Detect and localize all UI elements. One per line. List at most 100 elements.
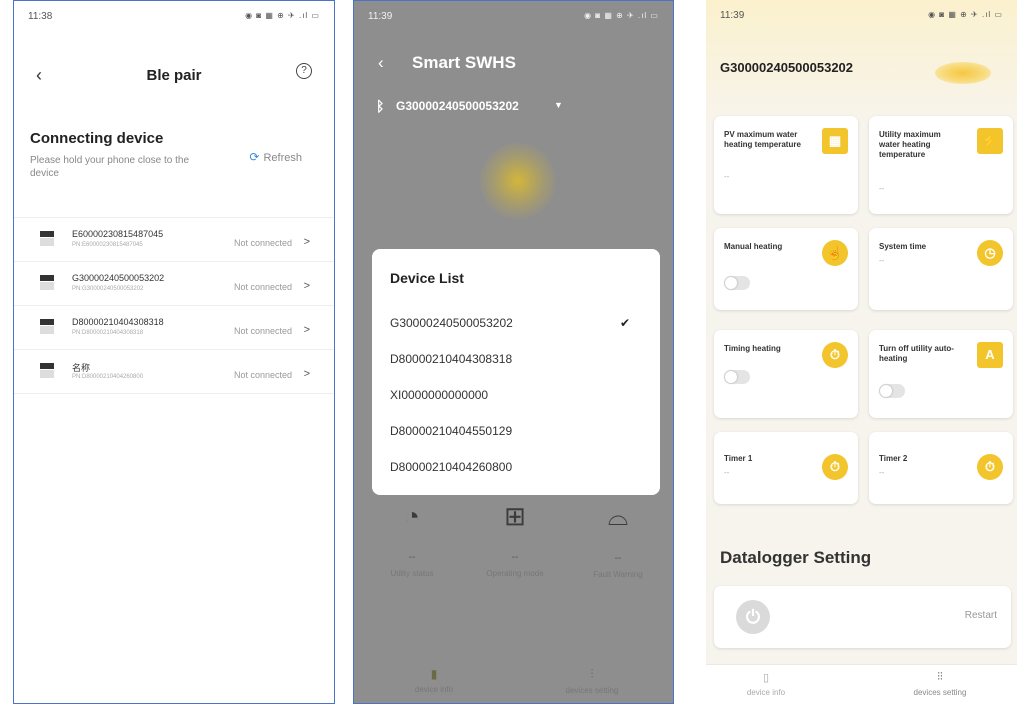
datalogger-heading: Datalogger Setting [720,548,872,567]
operating-mode-value: -- [511,552,519,563]
device-status: Not connected [233,282,292,292]
card-label: Manual heating [724,242,783,251]
turn-off-utility-toggle[interactable] [879,384,905,398]
bluetooth-icon: ᛒ [376,98,385,114]
bottom-nav: ▮ device info ⫶ devices setting [354,661,673,703]
utility-max-temp-card[interactable]: Utility maximum water heating temperatur… [869,116,1013,214]
device-list: E60000230815487045 PN:E60000230815487045… [14,217,334,394]
status-bar: 11:39 ◉ ◙ ▦ ⊕ ✈ .ıl ▭ [706,0,1017,36]
card-value: -- [724,468,730,477]
page-title: Smart SWHS [412,53,516,72]
list-item[interactable]: E60000230815487045 PN:E60000230815487045… [14,218,334,262]
device-option[interactable]: G30000240500053202 ✔ [390,305,642,341]
chevron-right-icon: > [303,324,310,336]
device-name: E60000230815487045 [72,229,164,239]
card-label: System time [879,242,927,251]
device-selector[interactable]: G30000240500053202 [396,99,519,113]
device-icon [40,275,54,291]
device-name: D80000210404308318 [72,317,164,327]
card-value: -- [879,468,885,477]
status-summary: ◔ -- Utility status ⊞ -- Operating mode … [354,501,673,591]
fault-warning-value: -- [614,553,622,564]
tab-label: device info [414,685,454,694]
chevron-right-icon: > [303,236,310,248]
tab-device-info[interactable]: ▯ device info [706,671,826,697]
tab-label: device info [746,688,786,697]
refresh-icon: ⟳ [249,150,260,164]
smart-swhs-screen: 11:39 ◉ ◙ ▦ ⊕ ✈ .ıl ▭ ‹ Smart SWHS ᛒ G30… [353,0,674,704]
card-value: -- [879,184,885,193]
device-option-label: D80000210404260800 [390,460,513,474]
modal-title: Device List [390,270,464,286]
device-info-icon: ▮ [430,667,438,681]
fault-warning-icon: ⌓ [607,501,629,531]
list-item[interactable]: D80000210404308318 PN:D80000210404308318… [14,306,334,350]
back-icon[interactable]: ‹ [378,53,384,73]
list-item[interactable]: 名称 PN:D80000210404260800 Not connected > [14,350,334,394]
status-icons: ◉ ◙ ▦ ⊕ ✈ .ıl ▭ [245,11,320,20]
status-icons: ◉ ◙ ▦ ⊕ ✈ .ıl ▭ [928,10,1003,19]
device-option-label: D80000210404308318 [390,352,513,366]
tab-devices-setting[interactable]: ⫶ devices setting [532,667,652,695]
settings-sliders-icon: ⫶ [590,667,594,681]
solar-panel-icon: ▦ [822,128,848,154]
connecting-heading: Connecting device [30,130,164,147]
check-icon: ✔ [619,316,630,330]
timing-heating-card: Timing heating ⏱ [714,330,858,418]
card-label: Timing heating [724,344,781,353]
device-status: Not connected [233,370,292,380]
device-option[interactable]: D80000210404550129 [390,413,642,449]
timing-heating-toggle[interactable] [724,370,750,384]
operating-mode-item: ⊞ -- Operating mode [465,501,565,578]
pv-max-temp-card[interactable]: PV maximum water heating temperature -- … [714,116,858,214]
bottom-nav: ▯ device info ⫶⫶ devices setting [706,664,1017,704]
card-label: Timer 1 [724,454,753,463]
timer1-card[interactable]: Timer 1 -- ⏱ [714,432,858,504]
card-label: PV maximum water heating temperature [724,130,801,149]
settings-sliders-icon: ⫶⫶ [937,671,943,683]
device-option[interactable]: D80000210404308318 [390,341,642,377]
status-icons: ◉ ◙ ▦ ⊕ ✈ .ıl ▭ [584,11,659,20]
device-status: Not connected [233,326,292,336]
operating-mode-icon: ⊞ [504,501,526,531]
refresh-button[interactable]: ⟳ Refresh [249,150,302,164]
device-name: G30000240500053202 [72,273,165,283]
restart-card[interactable]: ⏻ Restart [714,586,1011,648]
chevron-right-icon: > [303,280,310,292]
device-option[interactable]: XI0000000000000 [390,377,642,413]
card-label: Turn off utility auto-heating [879,344,954,363]
power-tower-icon: ⚡ [977,128,1003,154]
card-value: -- [724,172,730,181]
status-time: 11:38 [28,11,53,22]
page-title: Ble pair [146,67,202,84]
restart-label: Restart [964,610,997,621]
chevron-down-icon[interactable]: ▼ [554,100,563,110]
operating-mode-label: Operating mode [486,569,544,578]
ble-pair-screen: 11:38 ◉ ◙ ▦ ⊕ ✈ .ıl ▭ ‹ Ble pair ? Conne… [13,0,335,704]
system-time-card[interactable]: System time -- ◷ [869,228,1013,310]
device-pn: PN:E60000230815487045 [72,242,143,248]
device-option-label: XI0000000000000 [390,388,489,402]
tab-label: devices setting [913,688,967,697]
device-option[interactable]: D80000210404260800 [390,449,642,485]
status-time: 11:39 [368,11,393,22]
timer2-card[interactable]: Timer 2 -- ⏱ [869,432,1013,504]
utility-status-value: -- [408,552,416,563]
device-option-label: G30000240500053202 [390,316,513,330]
status-bar: 11:39 ◉ ◙ ▦ ⊕ ✈ .ıl ▭ [354,1,673,37]
tab-devices-setting[interactable]: ⫶⫶ devices setting [880,671,1000,697]
help-icon[interactable]: ? [296,63,312,79]
list-item[interactable]: G30000240500053202 PN:G30000240500053202… [14,262,334,306]
device-status: Not connected [233,238,292,248]
connecting-subtitle: Please hold your phone close to the devi… [30,155,189,179]
fault-warning-item: ⌓ -- Fault Warning [568,501,668,579]
manual-heating-toggle[interactable] [724,276,750,290]
refresh-label: Refresh [263,152,302,164]
tab-device-info[interactable]: ▮ device info [374,667,494,694]
utility-status-item: ◔ -- Utility status [362,501,462,578]
auto-heating-icon: A [977,342,1003,368]
device-icon [40,363,54,379]
devices-setting-screen: 11:39 ◉ ◙ ▦ ⊕ ✈ .ıl ▭ G30000240500053202… [706,0,1017,704]
device-title: G30000240500053202 [720,60,854,75]
timer-icon: ⏱ [977,454,1003,480]
